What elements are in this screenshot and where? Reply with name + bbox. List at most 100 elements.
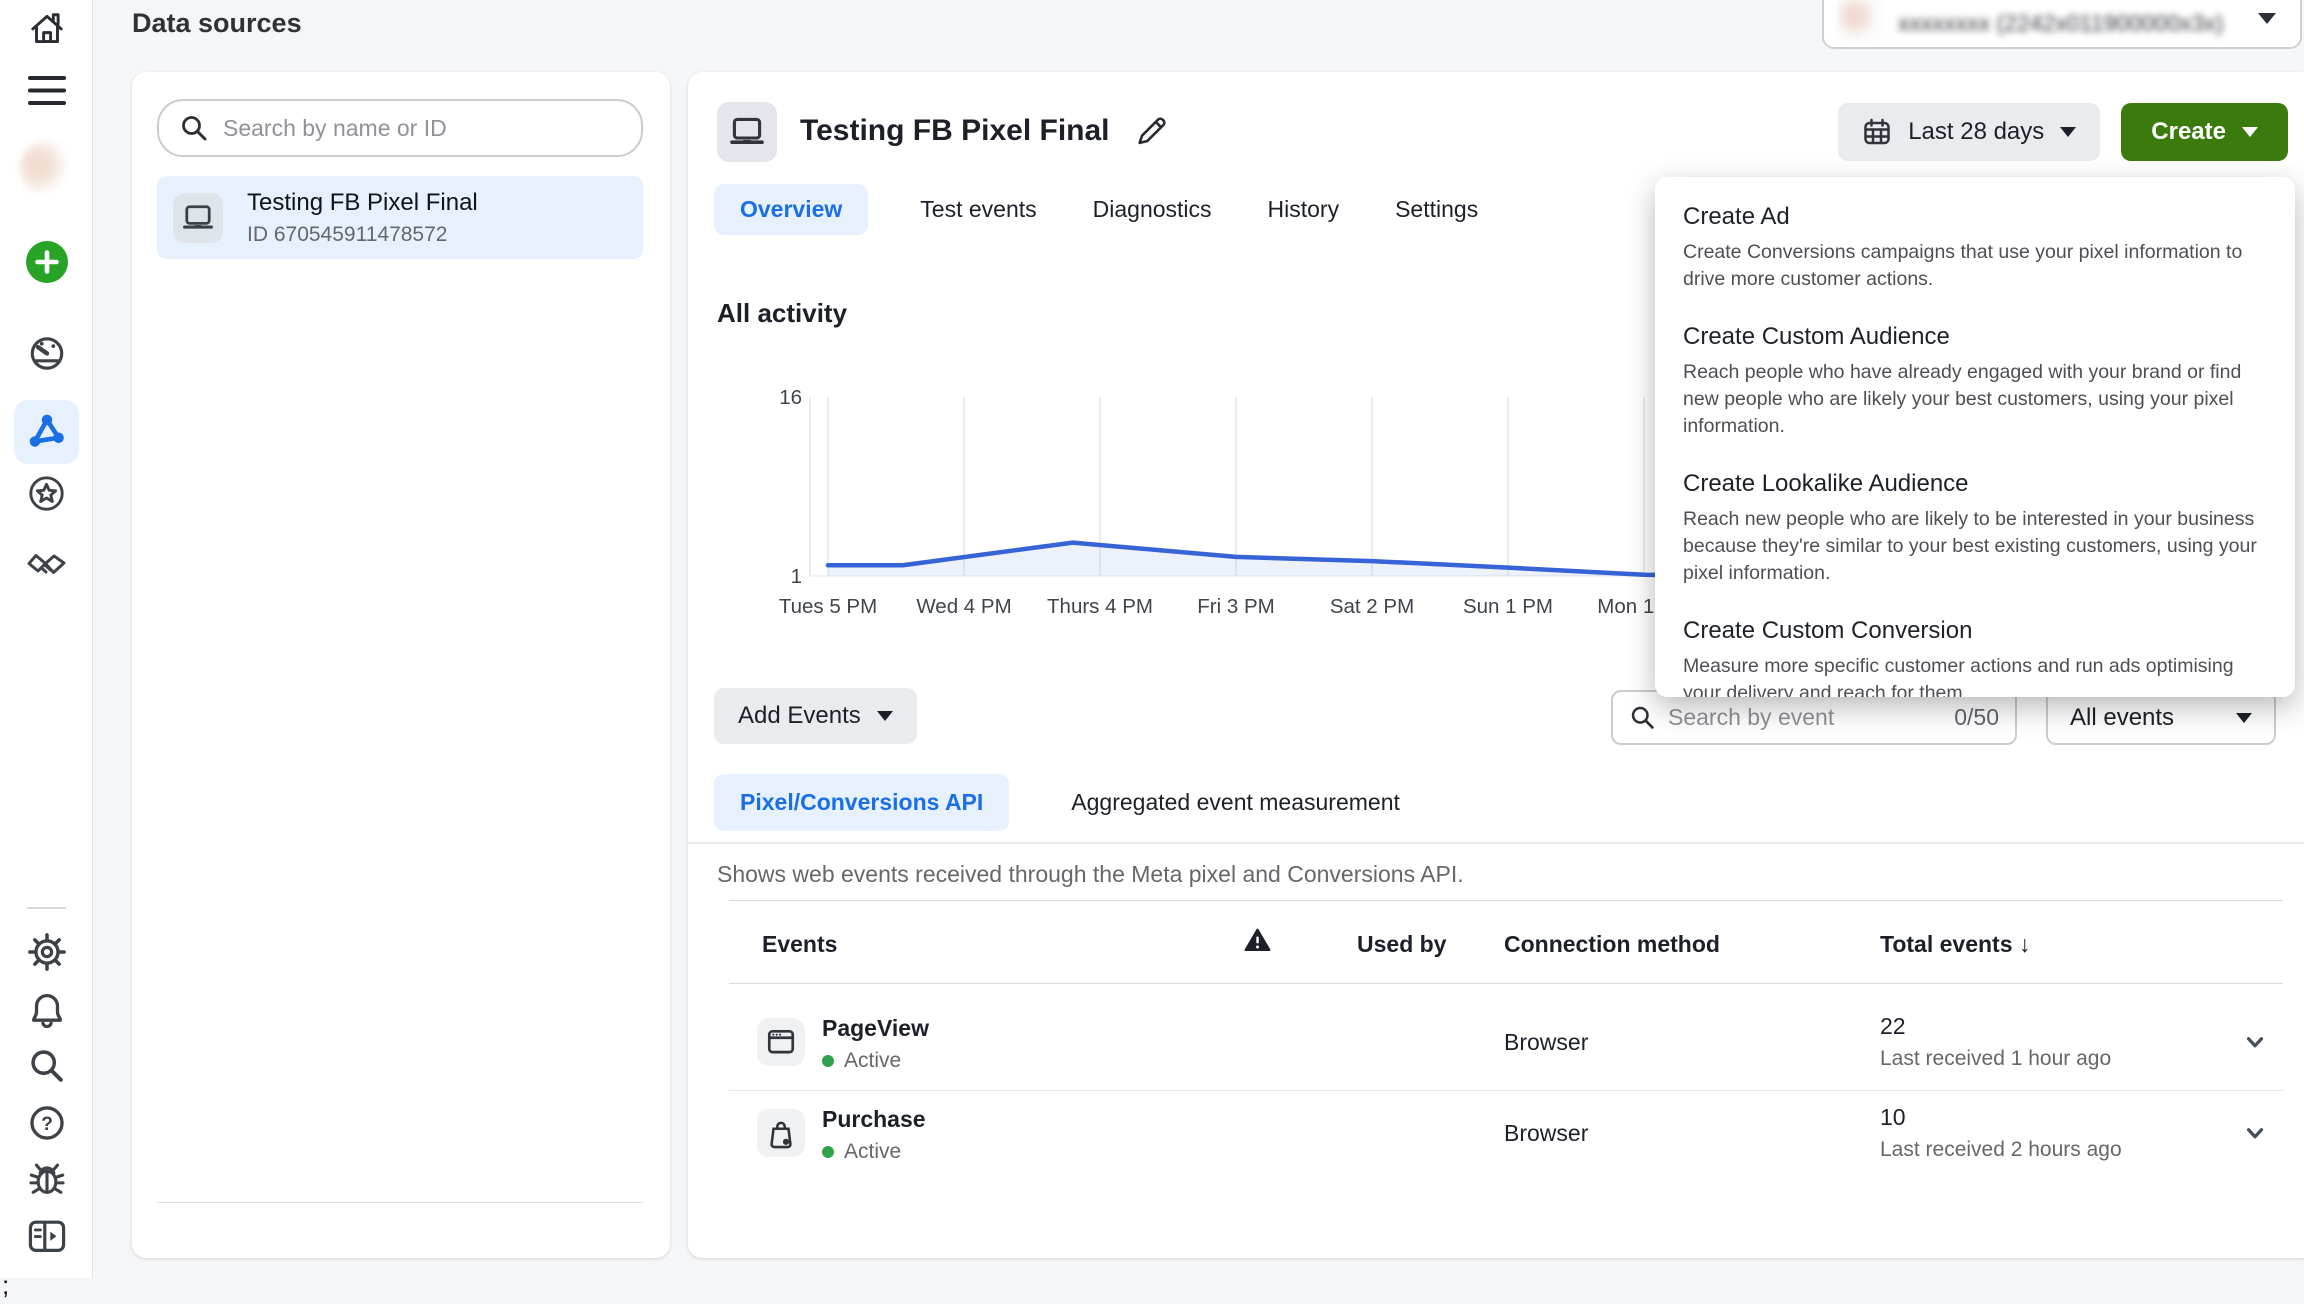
- svg-text:?: ?: [41, 1113, 53, 1135]
- page-title: Data sources: [132, 8, 302, 39]
- tab-settings[interactable]: Settings: [1391, 184, 1482, 235]
- quality-star-icon[interactable]: [0, 471, 93, 515]
- sort-down-icon: ↓: [2019, 931, 2031, 957]
- chevron-down-icon: [2258, 13, 2276, 24]
- date-range-label: Last 28 days: [1908, 118, 2044, 146]
- partners-handshake-icon[interactable]: [0, 543, 93, 587]
- tab-diagnostics[interactable]: Diagnostics: [1089, 184, 1216, 235]
- chevron-down-icon: [2236, 713, 2252, 723]
- shopping-bag-icon: [757, 1109, 805, 1157]
- help-icon[interactable]: ?: [0, 1101, 93, 1145]
- add-events-button[interactable]: Add Events: [714, 688, 917, 744]
- search-icon: [179, 113, 209, 143]
- tab-history[interactable]: History: [1264, 184, 1344, 235]
- menu-item-create-lookalike-audience[interactable]: Create Lookalike Audience Reach new peop…: [1683, 470, 2267, 587]
- column-total-events[interactable]: Total events ↓: [1880, 931, 2030, 958]
- search-icon[interactable]: [0, 1044, 93, 1088]
- collapse-panel-icon[interactable]: [0, 1214, 93, 1258]
- search-icon: [1629, 704, 1656, 731]
- svg-text:Thurs 4 PM: Thurs 4 PM: [1047, 595, 1153, 618]
- svg-text:Sat 2 PM: Sat 2 PM: [1330, 595, 1414, 618]
- menu-icon[interactable]: [0, 68, 93, 114]
- create-dropdown-menu: Create Ad Create Conversions campaigns t…: [1655, 177, 2295, 697]
- connection-method-value: Browser: [1504, 1120, 1588, 1147]
- event-name: Purchase: [822, 1106, 926, 1133]
- source-list-item-selected[interactable]: Testing FB Pixel Final ID 67054591147857…: [157, 176, 643, 259]
- left-nav-sidebar: ?: [0, 0, 93, 1278]
- menu-item-create-custom-audience[interactable]: Create Custom Audience Reach people who …: [1683, 323, 2267, 440]
- report-bug-icon[interactable]: [0, 1157, 93, 1201]
- add-events-label: Add Events: [738, 702, 861, 730]
- settings-gear-icon[interactable]: [0, 930, 93, 974]
- total-events-value: 10: [1880, 1104, 1906, 1131]
- calendar-icon: [1862, 117, 1892, 147]
- chevron-down-icon: [877, 711, 893, 721]
- home-icon[interactable]: [0, 6, 93, 54]
- table-row[interactable]: Purchase Active Browser 10 Last received…: [729, 1090, 2283, 1180]
- account-switcher[interactable]: xxxxxxxx (2242x011900000x3x): [1822, 0, 2302, 49]
- edit-pencil-icon[interactable]: [1134, 114, 1168, 148]
- events-manager-screen: ? Data sources xxxxxxxx (2242x011900000x…: [0, 0, 2304, 1304]
- event-source-subtabs: Pixel/Conversions API Aggregated event m…: [714, 774, 1406, 831]
- account-avatar-blurred: [1838, 0, 1880, 39]
- menu-item-create-custom-conversion[interactable]: Create Custom Conversion Measure more sp…: [1683, 617, 2267, 697]
- create-plus-icon[interactable]: [0, 240, 93, 284]
- app-logo-blurred: [0, 139, 93, 197]
- active-status-dot: [822, 1055, 834, 1067]
- column-events[interactable]: Events: [762, 931, 837, 958]
- column-connection-method[interactable]: Connection method: [1504, 931, 1720, 958]
- expand-row-chevron-icon[interactable]: [2241, 1028, 2269, 1056]
- last-received-label: Last received 2 hours ago: [1880, 1138, 2122, 1162]
- connection-method-value: Browser: [1504, 1029, 1588, 1056]
- chart-title: All activity: [717, 298, 847, 329]
- event-filter-dropdown[interactable]: All events: [2046, 690, 2276, 745]
- create-button[interactable]: Create: [2121, 103, 2288, 161]
- total-events-value: 22: [1880, 1013, 1906, 1040]
- menu-item-create-ad[interactable]: Create Ad Create Conversions campaigns t…: [1683, 203, 2267, 293]
- tab-overview[interactable]: Overview: [714, 184, 868, 235]
- pixel-tabs: Overview Test events Diagnostics History…: [714, 184, 1482, 235]
- event-filter-label: All events: [2070, 704, 2174, 732]
- warning-column-icon[interactable]: [1244, 927, 1271, 953]
- svg-text:Tues 5 PM: Tues 5 PM: [779, 595, 877, 618]
- svg-text:16: 16: [779, 386, 802, 409]
- event-name: PageView: [822, 1015, 929, 1042]
- data-sources-item-active[interactable]: [14, 400, 79, 464]
- event-search-box[interactable]: 0/50: [1611, 690, 2017, 745]
- svg-text:Sun 1 PM: Sun 1 PM: [1463, 595, 1553, 618]
- pixel-title: Testing FB Pixel Final: [800, 114, 1110, 148]
- last-received-label: Last received 1 hour ago: [1880, 1047, 2111, 1071]
- source-name: Testing FB Pixel Final: [247, 189, 478, 217]
- source-search-input[interactable]: [223, 115, 621, 142]
- sidebar-divider: [27, 907, 66, 909]
- table-row[interactable]: PageView Active Browser 22 Last received…: [729, 1000, 2283, 1090]
- svg-text:Fri 3 PM: Fri 3 PM: [1197, 595, 1274, 618]
- pixel-source-icon: [173, 193, 223, 243]
- notifications-bell-icon[interactable]: [0, 988, 93, 1032]
- events-table: Events Used by Connection method Total e…: [729, 900, 2283, 1180]
- column-used-by[interactable]: Used by: [1357, 931, 1446, 958]
- left-panel-divider: [157, 1202, 643, 1203]
- tab-test-events[interactable]: Test events: [916, 184, 1040, 235]
- account-name-blurred: xxxxxxxx (2242x011900000x3x): [1898, 0, 2240, 37]
- events-table-header: Events Used by Connection method Total e…: [729, 900, 2283, 984]
- section-divider: [688, 842, 2304, 844]
- active-status-dot: [822, 1146, 834, 1158]
- source-id: ID 670545911478572: [247, 223, 478, 247]
- svg-text:Wed 4 PM: Wed 4 PM: [916, 595, 1011, 618]
- create-button-label: Create: [2151, 118, 2226, 146]
- browser-window-icon: [757, 1018, 805, 1066]
- overview-gauge-icon[interactable]: [0, 332, 93, 376]
- subtab-aggregated-event-measurement[interactable]: Aggregated event measurement: [1065, 774, 1406, 831]
- event-status: Active: [822, 1140, 901, 1164]
- chevron-down-icon: [2060, 127, 2076, 137]
- chevron-down-icon: [2242, 127, 2258, 137]
- svg-text:1: 1: [791, 565, 802, 588]
- event-status: Active: [822, 1049, 901, 1073]
- subtab-pixel-conversions-api[interactable]: Pixel/Conversions API: [714, 774, 1009, 831]
- expand-row-chevron-icon[interactable]: [2241, 1119, 2269, 1147]
- source-search-box[interactable]: [157, 99, 643, 157]
- data-sources-icon: [26, 411, 68, 453]
- event-search-input[interactable]: [1668, 704, 1898, 731]
- date-range-button[interactable]: Last 28 days: [1838, 103, 2100, 161]
